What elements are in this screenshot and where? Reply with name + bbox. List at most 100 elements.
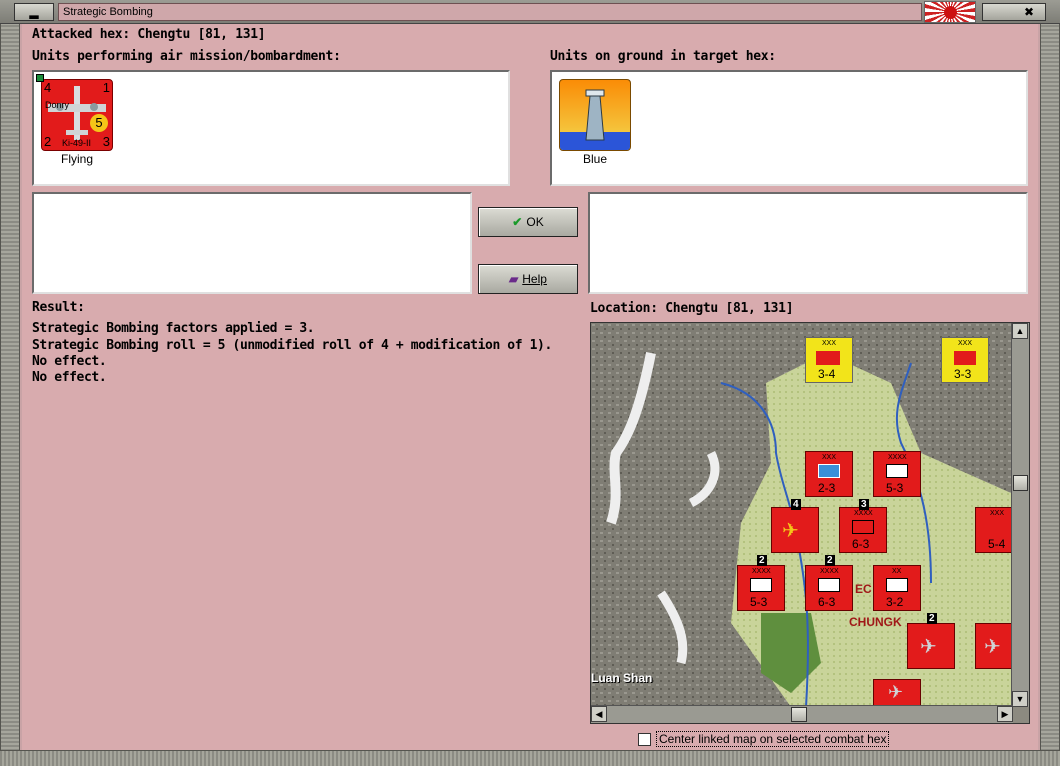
unit-type-icon xyxy=(750,578,772,592)
map-counter[interactable]: XXX 3-3 xyxy=(941,337,989,383)
location-map[interactable]: XXX 3-4 XXX 3-3 XXX 2-3 XXXX 5-3 ✈ XXXX … xyxy=(590,322,1030,724)
map-counter-size: XXXX xyxy=(752,568,771,575)
window-title: Strategic Bombing xyxy=(58,3,922,21)
dialog-content: Attacked hex: Chengtu [81, 131] Units pe… xyxy=(22,24,1038,750)
map-counter[interactable]: XXX 3-4 xyxy=(805,337,853,383)
result-header: Result: xyxy=(32,300,85,315)
minimize-button[interactable]: ▂ xyxy=(14,3,54,21)
air-units-list[interactable]: 4 1 Donry 5 2 Ki-49-II 3 Flying xyxy=(32,70,510,186)
map-place-label: Luan Shan xyxy=(591,671,653,685)
unit-type-icon xyxy=(818,578,840,592)
map-counter-size: XXX xyxy=(990,510,1005,517)
window-frame-left xyxy=(0,0,20,766)
unit-type-icon xyxy=(886,464,908,478)
air-unit-model: Ki-49-II xyxy=(62,138,92,148)
map-counter[interactable]: XXXX 5-3 xyxy=(737,565,785,611)
plane-icon: ✈ xyxy=(782,520,799,542)
ground-unit-caption: Blue xyxy=(582,152,608,166)
map-counter[interactable]: XXXX 6-3 xyxy=(839,507,887,553)
map-counter-strength: 3-2 xyxy=(886,595,904,609)
map-counter-strength: 3-4 xyxy=(818,367,836,381)
ground-units-list[interactable]: Blue xyxy=(550,70,1028,186)
map-counter[interactable]: XXX 5-4 xyxy=(975,507,1013,553)
air-move-value: 3 xyxy=(102,134,110,149)
help-button-label: Help xyxy=(522,272,547,286)
map-counter-strength: 5-3 xyxy=(886,481,904,495)
map-counter[interactable]: XX 3-2 xyxy=(873,565,921,611)
rising-sun-flag-icon xyxy=(924,1,976,23)
map-counter-size: XX xyxy=(892,568,902,575)
map-vertical-scrollbar[interactable]: ▲ ▼ xyxy=(1011,323,1029,707)
checkmark-icon: ✔ xyxy=(512,215,523,229)
plane-icon: ✈ xyxy=(888,682,904,702)
center-map-checkbox-label[interactable]: Center linked map on selected combat hex xyxy=(656,731,890,747)
window-frame-bottom xyxy=(0,750,1060,766)
minimize-icon: ▂ xyxy=(29,5,39,19)
map-counter-size: XXXX xyxy=(820,568,839,575)
plane-icon: ✈ xyxy=(984,636,1001,658)
air-counter-on-map[interactable]: ✈ xyxy=(975,623,1013,669)
scroll-right-arrow-icon[interactable]: ▶ xyxy=(997,706,1013,722)
map-counter-size: XXX xyxy=(822,454,837,461)
window-frame-right xyxy=(1040,0,1060,766)
air-counter-on-map[interactable]: ✈ xyxy=(873,679,921,707)
unit-type-icon xyxy=(852,520,874,534)
stack-badge: 3 xyxy=(859,499,869,510)
close-icon: ✖ xyxy=(1023,5,1035,19)
attacked-hex-label: Attacked hex: Chengtu [81, 131] xyxy=(32,27,266,42)
stack-badge: 2 xyxy=(927,613,937,624)
air-attack-value: 4 xyxy=(44,80,52,95)
result-line: No effect. xyxy=(32,370,107,385)
unit-type-icon xyxy=(818,464,840,478)
map-counter-size: XXXX xyxy=(854,510,873,517)
location-label: Location: Chengtu [81, 131] xyxy=(590,301,794,316)
map-counter[interactable]: XXX 2-3 xyxy=(805,451,853,497)
defender-result-box xyxy=(588,192,1028,294)
stack-badge: 2 xyxy=(825,555,835,566)
unit-type-icon xyxy=(886,578,908,592)
close-button[interactable]: ✖ xyxy=(982,3,1046,21)
map-counter-strength: 6-3 xyxy=(852,537,870,551)
map-city-label: CHUNGK xyxy=(849,615,902,629)
map-counter-strength: 5-4 xyxy=(988,537,1006,551)
attacker-result-box xyxy=(32,192,472,294)
ok-button[interactable]: ✔ OK xyxy=(478,207,578,237)
map-counter-size: XXX xyxy=(958,340,973,347)
air-units-header: Units performing air mission/bombardment… xyxy=(32,49,341,64)
center-map-checkbox[interactable] xyxy=(638,733,651,746)
map-counter[interactable]: XXXX 5-3 xyxy=(873,451,921,497)
scroll-up-arrow-icon[interactable]: ▲ xyxy=(1012,323,1028,339)
air-unit-caption: Flying xyxy=(60,152,93,166)
stack-badge: 2 xyxy=(757,555,767,566)
map-counter-strength: 3-3 xyxy=(954,367,972,381)
map-counter[interactable]: XXXX 6-3 xyxy=(805,565,853,611)
scroll-left-arrow-icon[interactable]: ◀ xyxy=(591,706,607,722)
air-unit-name: Donry xyxy=(45,100,70,110)
ground-unit-counter[interactable] xyxy=(559,79,631,151)
map-counter-strength: 6-3 xyxy=(818,595,836,609)
air-defense-value: 2 xyxy=(44,134,52,149)
ok-button-label: OK xyxy=(526,215,544,229)
air-unit-counter[interactable]: 4 1 Donry 5 2 Ki-49-II 3 xyxy=(36,74,113,151)
result-line: No effect. xyxy=(32,354,107,369)
ground-units-header: Units on ground in target hex: xyxy=(550,49,776,64)
air-strength-badge: 5 xyxy=(90,114,108,132)
result-line: Strategic Bombing factors applied = 3. xyxy=(32,321,315,336)
bomber-counter-on-map[interactable]: ✈ xyxy=(771,507,819,553)
map-counter-size: XXX xyxy=(822,340,837,347)
horizontal-scroll-thumb[interactable] xyxy=(791,707,807,722)
book-icon: ▰ xyxy=(509,272,519,286)
vertical-scroll-thumb[interactable] xyxy=(1013,475,1028,491)
result-line: Strategic Bombing roll = 5 (unmodified r… xyxy=(32,338,552,353)
unit-type-icon xyxy=(816,351,840,365)
map-counter-strength: 5-3 xyxy=(750,595,768,609)
map-city-label: EC xyxy=(855,582,872,596)
help-button[interactable]: ▰ Help xyxy=(478,264,578,294)
air-counter-on-map[interactable]: ✈ xyxy=(907,623,955,669)
map-counter-strength: 2-3 xyxy=(818,481,836,495)
stack-badge: 4 xyxy=(791,499,801,510)
map-horizontal-scrollbar[interactable]: ◀ ▶ xyxy=(591,705,1013,723)
air-range-value: 1 xyxy=(102,80,110,95)
scroll-down-arrow-icon[interactable]: ▼ xyxy=(1012,691,1028,707)
unit-type-icon xyxy=(954,351,976,365)
